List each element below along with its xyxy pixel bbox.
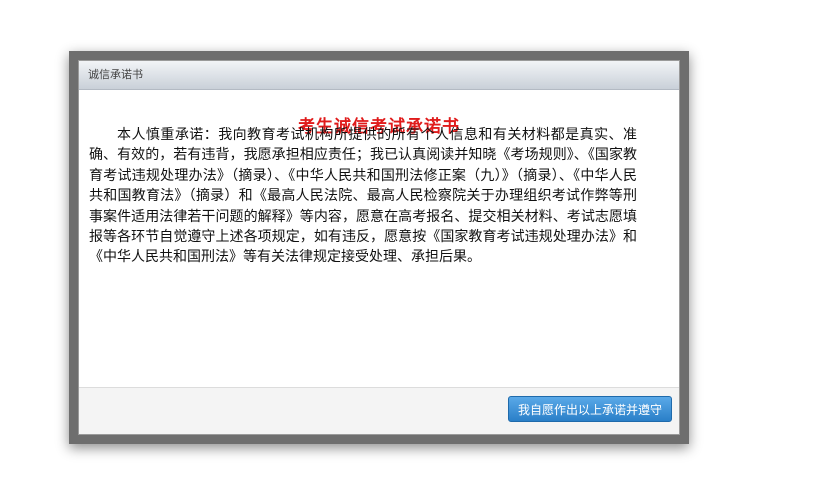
pledge-body-text: 本人慎重承诺：我向教育考试机构所提供的所有个人信息和有关材料都是真实、准确、有效… <box>89 127 637 266</box>
agree-pledge-button[interactable]: 我自愿作出以上承诺并遵守 <box>507 396 672 422</box>
dialog-titlebar: 诚信承诺书 <box>79 61 679 90</box>
dialog-title: 诚信承诺书 <box>88 68 143 81</box>
dialog-footer: 我自愿作出以上承诺并遵守 <box>79 387 679 434</box>
modal-frame: 诚信承诺书 考生诚信考试承诺书 本人慎重承诺：我向教育考试机构所提供的所有个人信… <box>69 51 689 444</box>
integrity-pledge-dialog: 诚信承诺书 考生诚信考试承诺书 本人慎重承诺：我向教育考试机构所提供的所有个人信… <box>78 60 680 435</box>
